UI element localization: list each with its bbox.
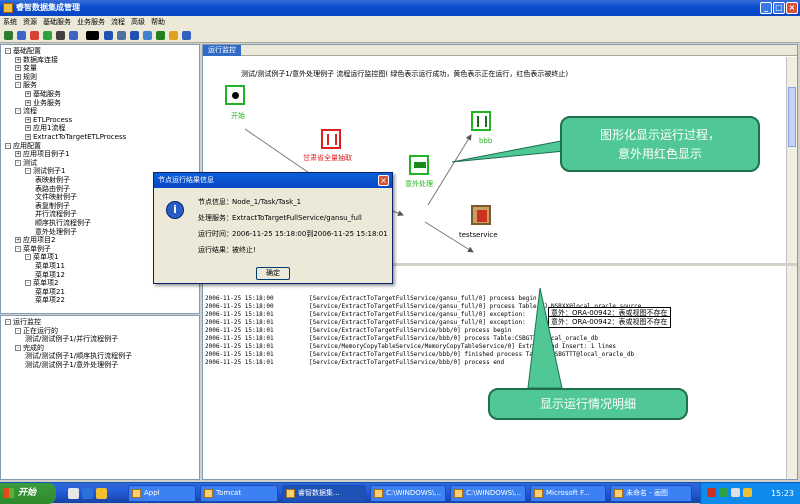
quicklaunch-icon[interactable] xyxy=(82,488,93,499)
taskbar-item[interactable]: C:\WINDOWS\... xyxy=(450,485,526,502)
system-tray: 15:23 xyxy=(700,483,800,504)
start-button[interactable]: 开始 xyxy=(0,483,56,504)
dialog-row: 运行结果：被终止! xyxy=(198,246,256,254)
taskbar-item[interactable]: Tomcat xyxy=(200,485,278,502)
info-icon: i xyxy=(166,201,184,219)
dialog-title: 节点运行结果信息 xyxy=(154,173,392,188)
result-dialog: 节点运行结果信息 × i 节点信息：Node_1/Task/Task_1 处理服… xyxy=(153,172,393,284)
tray-icon[interactable] xyxy=(719,488,728,497)
dialog-row: 节点信息：Node_1/Task/Task_1 xyxy=(198,198,302,206)
tray-icon[interactable] xyxy=(731,488,740,497)
close-icon[interactable]: × xyxy=(378,175,389,186)
callout-pointer xyxy=(527,287,563,389)
taskbar: 开始 Appl Tomcat 睿智数据集... C:\WINDOWS\... C… xyxy=(0,482,800,504)
taskbar-item[interactable]: 未命名 - 画图 xyxy=(610,485,692,502)
taskbar-item[interactable]: Microsoft F... xyxy=(530,485,606,502)
taskbar-item[interactable]: C:\WINDOWS\... xyxy=(370,485,446,502)
app-window: 睿智数据集成管理 _ □ × 系统 资源 基础服务 业务服务 流程 高级 帮助 - 基础配置 +… xyxy=(0,0,800,504)
taskbar-item[interactable]: Appl xyxy=(128,485,196,502)
quicklaunch-icon[interactable] xyxy=(96,488,107,499)
tray-icon[interactable] xyxy=(707,488,716,497)
callout-bottom: 显示运行情况明细 xyxy=(488,388,688,420)
ok-button[interactable]: 确定 xyxy=(256,267,290,280)
callout-pointers xyxy=(451,139,597,389)
quicklaunch-icon[interactable] xyxy=(68,488,79,499)
taskbar-item[interactable]: 睿智数据集... xyxy=(282,485,366,502)
callout-top: 图形化显示运行过程， 意外用红色显示 xyxy=(560,116,760,172)
windows-flag-icon xyxy=(4,488,14,498)
dialog-row: 运行时间：2006-11-25 15:18:00到2006-11-25 15:1… xyxy=(198,230,388,238)
clock: 15:23 xyxy=(770,489,794,498)
dialog-row: 处理服务：ExtractToTargetFullService/gansu_fu… xyxy=(198,214,362,222)
tray-icon[interactable] xyxy=(743,488,752,497)
